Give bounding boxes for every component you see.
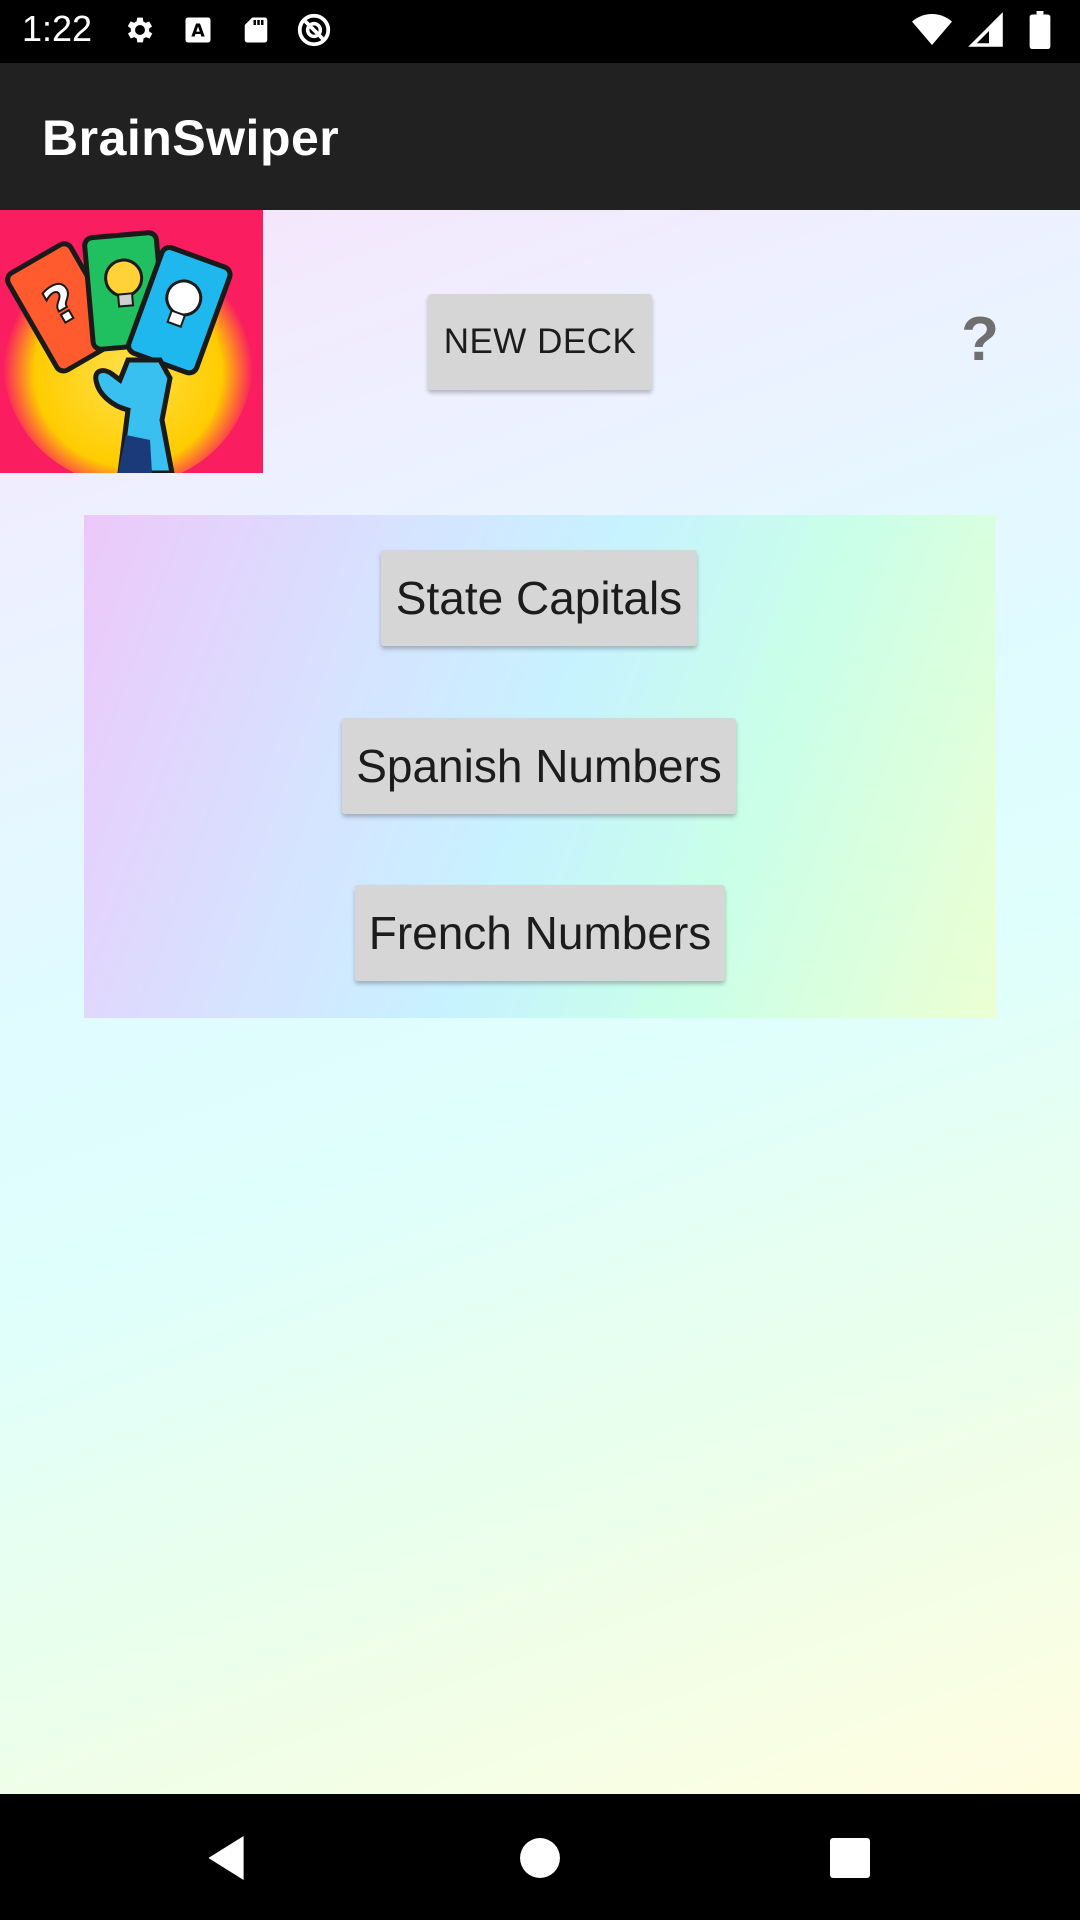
new-deck-button[interactable]: NEW DECK <box>428 294 652 390</box>
deck-button-spanish-numbers[interactable]: Spanish Numbers <box>342 718 736 814</box>
svg-text:A: A <box>191 21 205 41</box>
main-content: ? NEW DECK ? State Capitals Spanish Numb… <box>0 210 1080 1794</box>
font-a-icon: A <box>178 10 218 50</box>
back-icon[interactable] <box>198 1830 254 1886</box>
recents-icon[interactable] <box>822 1830 878 1886</box>
sd-card-icon <box>236 10 276 50</box>
app-title: BrainSwiper <box>42 110 340 166</box>
status-icons-right <box>912 10 1060 50</box>
status-time: 1:22 <box>22 8 93 49</box>
cell-signal-icon <box>966 10 1006 50</box>
wifi-icon <box>912 10 952 50</box>
deck-button-state-capitals[interactable]: State Capitals <box>381 550 697 646</box>
settings-icon <box>120 10 160 50</box>
deck-button-french-numbers[interactable]: French Numbers <box>355 885 725 981</box>
app-bar: BrainSwiper <box>0 63 1080 210</box>
no-disturb-icon <box>294 10 334 50</box>
status-icons-left: A <box>120 10 334 50</box>
brainswiper-logo: ? <box>0 210 263 485</box>
deck-list: State Capitals Spanish Numbers French Nu… <box>84 515 996 1018</box>
help-button[interactable]: ? <box>955 300 1005 380</box>
navigation-bar <box>0 1794 1080 1920</box>
status-bar: 1:22 A <box>0 0 1080 63</box>
home-icon[interactable] <box>512 1830 568 1886</box>
battery-icon <box>1020 10 1060 50</box>
